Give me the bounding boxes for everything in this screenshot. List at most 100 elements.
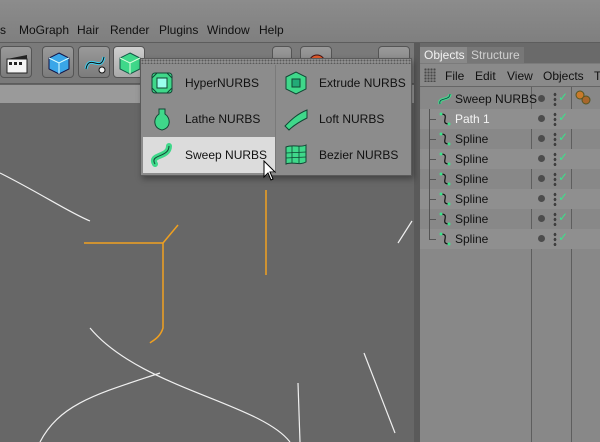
render-dots[interactable] bbox=[553, 92, 557, 106]
white-spline-diagonal bbox=[363, 352, 396, 434]
menu-item-label: HyperNURBS bbox=[185, 76, 260, 90]
visibility-dot[interactable] bbox=[538, 195, 545, 202]
menu-item-sweep-nurbs[interactable]: Sweep NURBS bbox=[143, 137, 275, 173]
popup-tearoff-strip[interactable] bbox=[141, 59, 411, 64]
object-row[interactable]: Spline ✓ bbox=[420, 169, 600, 189]
menu-item-loft-nurbs[interactable]: Loft NURBS bbox=[277, 101, 409, 137]
object-row[interactable]: Spline ✓ bbox=[420, 129, 600, 149]
object-name: Spline bbox=[455, 232, 489, 246]
enabled-check-icon[interactable]: ✓ bbox=[558, 110, 568, 124]
tab-objects[interactable]: Objects bbox=[420, 47, 469, 63]
menu-item-label: Bezier NURBS bbox=[319, 148, 399, 162]
tree-branch bbox=[429, 199, 436, 200]
menu-item-label: Loft NURBS bbox=[319, 112, 385, 126]
panel-menu-bar: File Edit View Objects T bbox=[420, 64, 600, 87]
extrude-nurbs-icon bbox=[285, 71, 307, 95]
menu-item-lathe-nurbs[interactable]: Lathe NURBS bbox=[143, 101, 275, 137]
panel-menu-truncated[interactable]: T bbox=[594, 69, 600, 83]
object-name: Spline bbox=[455, 192, 489, 206]
panel-menu-view[interactable]: View bbox=[507, 69, 533, 83]
tree-branch bbox=[429, 159, 436, 160]
spline-icon bbox=[439, 132, 451, 146]
menu-item-extrude-nurbs[interactable]: Extrude NURBS bbox=[277, 65, 409, 101]
render-dots[interactable] bbox=[553, 212, 557, 226]
visibility-dot[interactable] bbox=[538, 215, 545, 222]
object-row[interactable]: Spline ✓ bbox=[420, 149, 600, 169]
spline-pen-button[interactable] bbox=[78, 46, 110, 78]
white-spline-low bbox=[39, 372, 161, 442]
menu-item-hypernurbs[interactable]: HyperNURBS bbox=[143, 65, 275, 101]
object-row[interactable]: Spline ✓ bbox=[420, 229, 600, 249]
loft-nurbs-icon bbox=[284, 109, 308, 131]
panel-menu-objects[interactable]: Objects bbox=[543, 69, 584, 83]
visibility-dot[interactable] bbox=[538, 135, 545, 142]
panel-menu-file[interactable]: File bbox=[445, 69, 464, 83]
menu-item-hair[interactable]: Hair bbox=[77, 23, 99, 37]
lathe-nurbs-icon bbox=[154, 108, 170, 131]
object-row[interactable]: Sweep NURBS ✓ bbox=[420, 89, 600, 109]
nurbs-icon bbox=[119, 52, 141, 75]
render-dots[interactable] bbox=[553, 112, 557, 126]
white-spline-curve bbox=[0, 172, 91, 222]
spline-icon bbox=[439, 152, 451, 166]
spline-icon bbox=[439, 112, 451, 126]
enabled-check-icon[interactable]: ✓ bbox=[558, 170, 568, 184]
tree-branch bbox=[429, 239, 436, 240]
tree-branch bbox=[429, 179, 436, 180]
object-row[interactable]: Spline ✓ bbox=[420, 209, 600, 229]
white-spline-arc bbox=[89, 327, 291, 442]
object-name: Sweep NURBS bbox=[455, 92, 538, 106]
visibility-dot[interactable] bbox=[538, 235, 545, 242]
grip-icon[interactable] bbox=[424, 68, 436, 82]
cube-primitive-button[interactable] bbox=[42, 46, 74, 78]
menu-bar: s MoGraph Hair Render Plugins Window Hel… bbox=[0, 0, 600, 43]
bezier-nurbs-icon bbox=[285, 144, 307, 165]
sweep-nurbs-icon bbox=[150, 143, 172, 167]
visibility-dot[interactable] bbox=[538, 175, 545, 182]
spline-icon bbox=[439, 212, 451, 226]
spline-icon bbox=[439, 192, 451, 206]
material-tag-icon[interactable] bbox=[575, 90, 591, 106]
menu-item-label: Sweep NURBS bbox=[185, 148, 268, 162]
render-dots[interactable] bbox=[553, 172, 557, 186]
render-dots[interactable] bbox=[553, 232, 557, 246]
tree-branch bbox=[429, 139, 436, 140]
object-name: Spline bbox=[455, 212, 489, 226]
render-dots[interactable] bbox=[553, 192, 557, 206]
cube-icon bbox=[48, 52, 70, 75]
enabled-check-icon[interactable]: ✓ bbox=[558, 190, 568, 204]
enabled-check-icon[interactable]: ✓ bbox=[558, 150, 568, 164]
object-list: Sweep NURBS ✓ Path 1 ✓ Spline ✓ Spline ✓… bbox=[420, 87, 600, 442]
sweep-nurbs-icon bbox=[438, 93, 452, 105]
object-row[interactable]: Spline ✓ bbox=[420, 189, 600, 209]
visibility-dot[interactable] bbox=[538, 155, 545, 162]
menu-item-mograph[interactable]: MoGraph bbox=[19, 23, 69, 37]
enabled-check-icon[interactable]: ✓ bbox=[558, 210, 568, 224]
menu-item-render[interactable]: Render bbox=[110, 23, 149, 37]
menu-item-truncated[interactable]: s bbox=[0, 23, 6, 37]
spline-icon bbox=[439, 232, 451, 246]
render-dots[interactable] bbox=[553, 132, 557, 146]
tree-line bbox=[429, 229, 430, 239]
panel-menu-edit[interactable]: Edit bbox=[475, 69, 496, 83]
render-clapper-button[interactable] bbox=[0, 46, 32, 78]
object-row[interactable]: Path 1 ✓ bbox=[420, 109, 600, 129]
menu-item-bezier-nurbs[interactable]: Bezier NURBS bbox=[277, 137, 409, 173]
menu-item-plugins[interactable]: Plugins bbox=[159, 23, 198, 37]
enabled-check-icon[interactable]: ✓ bbox=[558, 90, 568, 104]
tab-structure[interactable]: Structure bbox=[467, 47, 524, 63]
menu-item-label: Extrude NURBS bbox=[319, 76, 406, 90]
render-dots[interactable] bbox=[553, 152, 557, 166]
enabled-check-icon[interactable]: ✓ bbox=[558, 130, 568, 144]
visibility-dot[interactable] bbox=[538, 115, 545, 122]
menu-item-window[interactable]: Window bbox=[207, 23, 250, 37]
white-spline-vertical bbox=[297, 382, 301, 442]
panel-tabs: Objects Structure bbox=[420, 43, 600, 63]
menu-item-help[interactable]: Help bbox=[259, 23, 284, 37]
orange-spline-path bbox=[84, 224, 179, 244]
enabled-check-icon[interactable]: ✓ bbox=[558, 230, 568, 244]
visibility-dot[interactable] bbox=[538, 95, 545, 102]
tree-branch bbox=[429, 119, 436, 120]
orange-spline-vertical bbox=[149, 243, 164, 344]
spline-icon bbox=[439, 172, 451, 186]
